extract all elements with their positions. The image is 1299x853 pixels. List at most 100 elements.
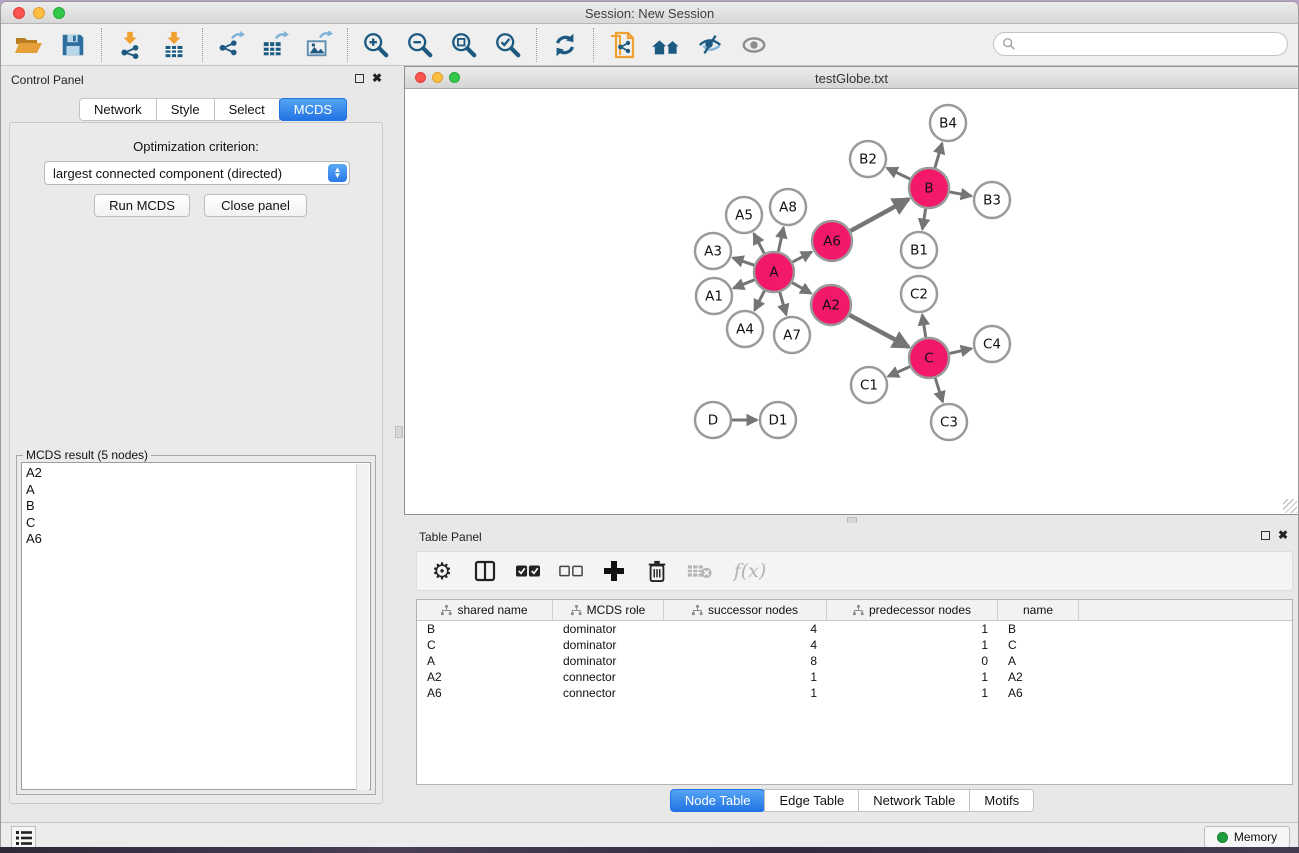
export-table-button[interactable] [259,29,291,61]
table-row[interactable]: Adominator80A [417,653,1292,669]
vertical-splitter-handle[interactable] [395,426,403,438]
export-network-button[interactable] [215,29,247,61]
criterion-dropdown[interactable]: largest connected component (directed) ▲… [44,161,350,185]
column-header-MCDS-role[interactable]: MCDS role [553,600,664,620]
float-table-panel-icon[interactable] [1261,531,1270,540]
column-header-predecessor-nodes[interactable]: predecessor nodes [827,600,998,620]
table-row[interactable]: A2connector11A2 [417,669,1292,685]
graph-node-C3[interactable]: C3 [931,404,967,440]
graph-edge-C-C4[interactable] [949,349,971,354]
run-mcds-button[interactable]: Run MCDS [94,194,190,217]
graph-edge-A-A3[interactable] [733,258,754,265]
tab-motifs[interactable]: Motifs [969,789,1034,812]
export-image-button[interactable] [303,29,335,61]
graph-node-B2[interactable]: B2 [850,141,886,177]
table-row[interactable]: Cdominator41C [417,637,1292,653]
tab-network[interactable]: Network [79,98,157,121]
graph-node-A6[interactable]: A6 [812,221,852,261]
graph-node-C[interactable]: C [909,338,949,378]
mcds-result-item[interactable]: B [26,498,370,515]
toggle-column-view-button[interactable] [472,558,498,584]
graph-edge-A-A8[interactable] [778,228,783,252]
add-column-button[interactable] [601,558,627,584]
close-table-panel-icon[interactable]: ✖ [1278,528,1288,542]
mcds-result-item[interactable]: A2 [26,465,370,482]
import-table-button[interactable] [158,29,190,61]
graph-edge-A-A1[interactable] [733,280,754,288]
open-session-button[interactable] [13,29,45,61]
close-panel-icon[interactable]: ✖ [372,71,382,85]
deselect-all-button[interactable] [558,558,584,584]
zoom-in-button[interactable] [360,29,392,61]
search-input[interactable] [1016,37,1287,51]
float-panel-icon[interactable] [355,74,364,83]
graph-node-A3[interactable]: A3 [695,233,731,269]
home-button[interactable] [650,29,682,61]
memory-button[interactable]: Memory [1204,826,1290,848]
tab-style[interactable]: Style [156,98,215,121]
close-panel-button[interactable]: Close panel [204,194,307,217]
graph-node-B3[interactable]: B3 [974,182,1010,218]
graph-edge-A-A5[interactable] [754,234,764,254]
table-row[interactable]: Bdominator41B [417,621,1292,637]
mcds-result-item[interactable]: C [26,515,370,532]
save-session-button[interactable] [57,29,89,61]
graph-node-A8[interactable]: A8 [770,189,806,225]
mcds-result-item[interactable]: A6 [26,531,370,548]
zoom-selected-button[interactable] [492,29,524,61]
tab-node-table[interactable]: Node Table [670,789,766,812]
search-field[interactable] [993,32,1288,56]
mcds-result-list[interactable]: A2ABCA6 [21,462,371,790]
graph-node-A4[interactable]: A4 [727,311,763,347]
graph-node-A5[interactable]: A5 [726,197,762,233]
hide-details-button[interactable] [694,29,726,61]
graph-node-D1[interactable]: D1 [760,402,796,438]
table-settings-button[interactable]: ⚙ [429,558,455,584]
column-header-shared-name[interactable]: shared name [417,600,553,620]
graph-node-C4[interactable]: C4 [974,326,1010,362]
column-header-successor-nodes[interactable]: successor nodes [664,600,827,620]
graph-node-A2[interactable]: A2 [811,285,851,325]
clone-network-button[interactable] [606,29,638,61]
task-history-button[interactable] [11,826,36,849]
column-header-name[interactable]: name [998,600,1079,620]
graph-node-A1[interactable]: A1 [696,278,732,314]
tab-edge-table[interactable]: Edge Table [764,789,859,812]
graph-edge-A6-B[interactable] [850,199,908,231]
graph-edge-C-C2[interactable] [922,315,926,338]
graph-edge-B-B3[interactable] [950,192,972,196]
graph-node-C2[interactable]: C2 [901,276,937,312]
apply-layout-button[interactable] [549,29,581,61]
graph-edge-A-A7[interactable] [780,292,786,315]
graph-node-A7[interactable]: A7 [774,317,810,353]
graph-edge-B-B1[interactable] [922,209,925,230]
mcds-result-item[interactable]: A [26,482,370,499]
graph-edge-A-A6[interactable] [793,252,812,262]
scrollbar-track[interactable] [356,464,369,790]
graph-edge-A2-C[interactable] [849,315,908,347]
graph-node-D[interactable]: D [695,402,731,438]
graph-node-B[interactable]: B [909,168,949,208]
import-network-button[interactable] [114,29,146,61]
graph-edge-A-A2[interactable] [792,283,811,294]
network-graph-canvas[interactable]: B4 B2 B B3 A8A5 A6 B1 A3 A C2 A1 A2 A4 A7 C4 C C1 C3 D D1 [405,89,1298,514]
window-resize-grip[interactable] [1283,499,1297,513]
tab-select[interactable]: Select [214,98,280,121]
graph-edge-A-A4[interactable] [755,291,765,311]
zoom-out-button[interactable] [404,29,436,61]
select-all-button[interactable] [515,558,541,584]
delete-column-button[interactable] [644,558,670,584]
graph-node-C1[interactable]: C1 [851,367,887,403]
graph-edge-B-B4[interactable] [935,143,942,168]
graph-node-A[interactable]: A [754,252,794,292]
graph-node-B4[interactable]: B4 [930,105,966,141]
graph-edge-B-B2[interactable] [887,168,910,179]
graph-edge-C-C1[interactable] [888,367,910,377]
show-graphics-button[interactable] [738,29,770,61]
table-row[interactable]: A6connector11A6 [417,685,1292,701]
graph-node-B1[interactable]: B1 [901,232,937,268]
graph-edge-C-C3[interactable] [935,378,942,402]
tab-network-table[interactable]: Network Table [858,789,970,812]
zoom-fit-button[interactable] [448,29,480,61]
tab-mcds[interactable]: MCDS [279,98,347,121]
